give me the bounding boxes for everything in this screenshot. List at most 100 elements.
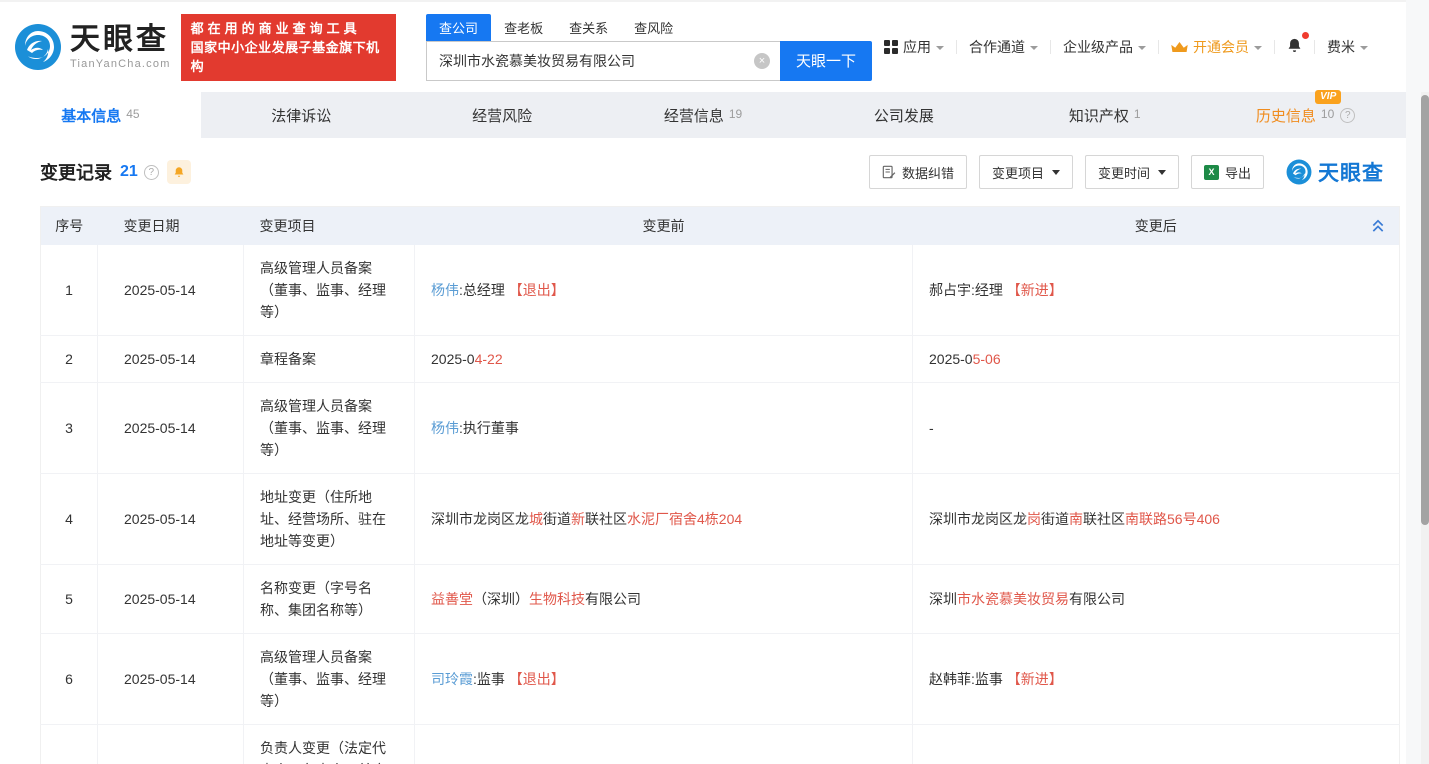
chevron-down-icon — [1254, 46, 1262, 50]
change-date: 2025-05-14 — [98, 633, 244, 724]
export-label: 导出 — [1225, 163, 1251, 182]
col-header-date: 变更日期 — [98, 207, 244, 245]
search-tab-boss[interactable]: 查老板 — [491, 14, 556, 41]
subscribe-bell-button[interactable] — [167, 160, 191, 184]
change-before: 益善堂（深圳）生物科技有限公司 — [415, 564, 913, 633]
change-before: 杨伟 — [415, 724, 913, 764]
scrollbar-track[interactable] — [1421, 92, 1429, 764]
change-date: 2025-05-14 — [98, 335, 244, 382]
watermark-logo: 天眼查 — [1286, 157, 1384, 187]
apps-grid-icon — [884, 40, 898, 54]
text-segment: :监事 — [473, 671, 509, 687]
text-segment: - — [929, 420, 934, 436]
change-time-filter[interactable]: 变更时间 — [1085, 155, 1179, 189]
change-after: 2025-05-06 — [913, 335, 1400, 382]
changed-text: 城 — [529, 511, 543, 527]
chevron-down-icon — [1360, 46, 1368, 50]
search-tabs: 查公司 查老板 查关系 查风险 — [426, 14, 872, 41]
tab-lawsuits[interactable]: 法律诉讼 — [201, 92, 402, 138]
nav-enterprise-label: 企业级产品 — [1063, 37, 1133, 57]
help-icon[interactable]: ? — [1340, 108, 1355, 123]
changed-text: 【新进】 — [1007, 282, 1063, 298]
help-icon[interactable]: ? — [144, 165, 159, 180]
tab-label: 法律诉讼 — [271, 105, 331, 126]
notifications-bell[interactable] — [1275, 36, 1314, 59]
text-segment: 街道 — [543, 511, 571, 527]
logo-title: 天眼查 — [70, 23, 171, 56]
person-link[interactable]: 杨伟 — [431, 420, 459, 436]
tab-label: 公司发展 — [874, 105, 934, 126]
search-button[interactable]: 天眼一下 — [780, 41, 872, 81]
search-tab-relation[interactable]: 查关系 — [556, 14, 621, 41]
col-header-no: 序号 — [41, 207, 98, 245]
collapse-chevrons-icon[interactable] — [1371, 218, 1385, 233]
col-header-after: 变更后 — [913, 207, 1400, 245]
top-header: 天眼查 TianYanCha.com 都在用的商业查询工具 国家中小企业发展子基… — [0, 2, 1406, 92]
changed-text: 新 — [571, 511, 585, 527]
page: 天眼查 TianYanCha.com 都在用的商业查询工具 国家中小企业发展子基… — [0, 0, 1406, 764]
clear-icon[interactable]: × — [754, 53, 770, 69]
search-input[interactable] — [426, 41, 780, 81]
tab-label: 历史信息 — [1256, 105, 1316, 126]
text-segment: 2025-0 — [929, 351, 973, 367]
change-time-label: 变更时间 — [1098, 163, 1150, 182]
table-row: 12025-05-14高级管理人员备案（董事、监事、经理等）杨伟:总经理 【退出… — [41, 245, 1400, 336]
promo-line2: 国家中小企业发展子基金旗下机构 — [191, 38, 386, 76]
nav-apps[interactable]: 应用 — [872, 37, 956, 57]
tab-intellectual-property[interactable]: 知识产权1 — [1004, 92, 1205, 138]
col-header-after-label: 变更后 — [1135, 218, 1177, 234]
text-segment: 郝占宇:经理 — [929, 282, 1007, 298]
change-item: 名称变更（字号名称、集团名称等） — [244, 564, 415, 633]
changed-text: 岗 — [1027, 511, 1041, 527]
text-segment: 深圳 — [929, 591, 957, 607]
chevron-down-icon — [1052, 170, 1060, 175]
tianyancha-logo[interactable]: 天眼查 TianYanCha.com — [14, 23, 171, 71]
changed-text: 市水瓷慕美妆贸易 — [957, 591, 1069, 607]
nav-enterprise-products[interactable]: 企业级产品 — [1051, 37, 1158, 57]
table-header-row: 序号 变更日期 变更项目 变更前 变更后 — [41, 207, 1400, 245]
tab-label: 基本信息 — [61, 105, 121, 126]
logo-domain: TianYanCha.com — [70, 58, 171, 70]
tab-count: 45 — [126, 107, 139, 121]
chevron-down-icon — [936, 46, 944, 50]
text-segment: 联社区 — [585, 511, 627, 527]
nav-user[interactable]: 费米 — [1315, 37, 1380, 57]
change-after: 赵韩菲:监事 【新进】 — [913, 633, 1400, 724]
search-tab-risk[interactable]: 查风险 — [621, 14, 686, 41]
table-row: 72025-05-14负责人变更（法定代表人、负责人、首席代表、合伙事务执行人等… — [41, 724, 1400, 764]
export-button[interactable]: X 导出 — [1191, 155, 1264, 189]
bell-icon — [172, 165, 186, 180]
tab-label: 经营信息 — [664, 105, 724, 126]
nav-user-label: 费米 — [1327, 37, 1355, 57]
data-correction-button[interactable]: 数据纠错 — [869, 155, 967, 189]
table-row: 62025-05-14高级管理人员备案（董事、监事、经理等）司玲霞:监事 【退出… — [41, 633, 1400, 724]
nav-open-vip[interactable]: 开通会员 — [1159, 37, 1274, 57]
tab-operational-risk[interactable]: 经营风险 — [402, 92, 603, 138]
change-item-label: 变更项目 — [992, 163, 1044, 182]
nav-vip-label: 开通会员 — [1193, 37, 1249, 57]
person-link[interactable]: 司玲霞 — [431, 671, 473, 687]
change-date: 2025-05-14 — [98, 473, 244, 564]
vip-badge: VIP — [1315, 90, 1341, 104]
tab-company-development[interactable]: 公司发展 — [803, 92, 1004, 138]
nav-cooperation[interactable]: 合作通道 — [957, 37, 1050, 57]
change-date: 2025-05-14 — [98, 382, 244, 473]
change-after: 郝占宇:经理 【新进】 — [913, 245, 1400, 336]
changed-text: 4-22 — [475, 351, 503, 367]
tab-business-info[interactable]: 经营信息 19 — [603, 92, 804, 138]
tab-count: 19 — [729, 107, 742, 121]
promo-banner: 都在用的商业查询工具 国家中小企业发展子基金旗下机构 — [181, 14, 396, 81]
change-item-filter[interactable]: 变更项目 — [979, 155, 1073, 189]
scrollbar-thumb[interactable] — [1421, 95, 1429, 525]
changed-text: 南 — [1069, 511, 1083, 527]
col-header-item: 变更项目 — [244, 207, 415, 245]
tab-history-info[interactable]: 历史信息10VIP? — [1205, 92, 1406, 138]
change-table-body: 12025-05-14高级管理人员备案（董事、监事、经理等）杨伟:总经理 【退出… — [41, 245, 1400, 764]
person-link[interactable]: 杨伟 — [431, 282, 459, 298]
row-number: 7 — [41, 724, 98, 764]
change-records-table: 序号 变更日期 变更项目 变更前 变更后 12025-05-14高级管理人员备案… — [40, 206, 1400, 764]
change-item: 高级管理人员备案（董事、监事、经理等） — [244, 382, 415, 473]
changed-text: 益善堂 — [431, 591, 473, 607]
tab-basic-info[interactable]: 基本信息 45 — [0, 92, 201, 138]
search-tab-company[interactable]: 查公司 — [426, 14, 491, 41]
